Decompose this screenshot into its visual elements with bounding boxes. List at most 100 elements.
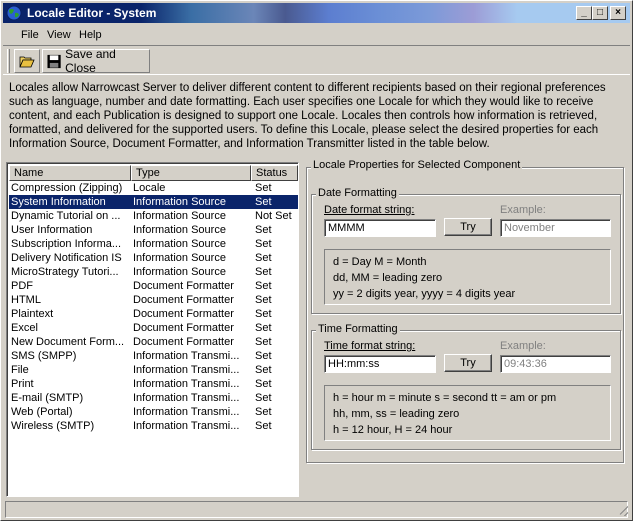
cell-status: Set xyxy=(255,364,272,376)
cell-name: Dynamic Tutorial on ... xyxy=(11,210,121,222)
time-formatting-label: Time Formatting xyxy=(316,323,400,335)
components-table[interactable]: Name Type Status Compression (Zipping) Lo… xyxy=(6,162,299,497)
table-row[interactable]: New Document Form... Document Formatter Se… xyxy=(9,335,298,349)
window-title: Locale Editor - System xyxy=(27,6,157,20)
cell-type: Information Source xyxy=(133,252,226,264)
close-button[interactable]: × xyxy=(610,6,626,20)
table-row[interactable]: Subscription Informa... Information Sourc… xyxy=(9,237,298,251)
table-row[interactable]: E-mail (SMTP) Information Transmi... Set xyxy=(9,391,298,405)
date-format-label: Date format string: xyxy=(324,204,415,216)
cell-status: Set xyxy=(255,308,272,320)
cell-name: Web (Portal) xyxy=(11,406,73,418)
cell-type: Information Transmi... xyxy=(133,420,240,432)
cell-type: Information Source xyxy=(133,196,226,208)
cell-status: Set xyxy=(255,266,272,278)
table-body: Compression (Zipping) Locale Set System Inf… xyxy=(9,181,298,433)
column-header-status[interactable]: Status xyxy=(251,165,298,181)
cell-type: Information Transmi... xyxy=(133,378,240,390)
time-try-button[interactable]: Try xyxy=(444,354,492,372)
cell-name: New Document Form... xyxy=(11,336,125,348)
cell-type: Information Source xyxy=(133,224,226,236)
date-example-field: November xyxy=(500,219,611,237)
date-try-button[interactable]: Try xyxy=(444,218,492,236)
table-row[interactable]: Dynamic Tutorial on ... Information Sourc… xyxy=(9,209,298,223)
cell-name: SMS (SMPP) xyxy=(11,350,77,362)
menu-file[interactable]: File xyxy=(21,29,39,41)
time-help-line-2: hh, mm, ss = leading zero xyxy=(333,408,460,420)
table-row[interactable]: File Information Transmi... Set xyxy=(9,363,298,377)
title-bar[interactable]: Locale Editor - System _ □ × xyxy=(3,3,630,23)
cell-type: Information Transmi... xyxy=(133,364,240,376)
date-example-label: Example: xyxy=(500,204,546,216)
cell-status: Set xyxy=(255,420,272,432)
cell-type: Document Formatter xyxy=(133,308,234,320)
menu-help[interactable]: Help xyxy=(79,29,102,41)
table-row[interactable]: Print Information Transmi... Set xyxy=(9,377,298,391)
table-header: Name Type Status xyxy=(9,165,298,181)
table-row[interactable]: PDF Document Formatter Set xyxy=(9,279,298,293)
open-button[interactable] xyxy=(14,49,40,73)
cell-name: HTML xyxy=(11,294,41,306)
cell-type: Document Formatter xyxy=(133,280,234,292)
date-help-line-1: d = Day M = Month xyxy=(333,256,427,268)
open-folder-icon xyxy=(19,56,35,68)
cell-status: Set xyxy=(255,406,272,418)
table-row[interactable]: Plaintext Document Formatter Set xyxy=(9,307,298,321)
cell-status: Set xyxy=(255,238,272,250)
resize-grip-icon[interactable] xyxy=(615,503,628,516)
cell-status: Set xyxy=(255,378,272,390)
date-format-help: d = Day M = Month dd, MM = leading zero … xyxy=(324,249,611,305)
time-format-help: h = hour m = minute s = second tt = am o… xyxy=(324,385,611,441)
minimize-button[interactable]: _ xyxy=(576,6,592,20)
cell-name: Print xyxy=(11,378,34,390)
cell-type: Information Transmi... xyxy=(133,350,240,362)
table-row[interactable]: Excel Document Formatter Set xyxy=(9,321,298,335)
cell-name: Compression (Zipping) xyxy=(11,182,123,194)
cell-type: Information Transmi... xyxy=(133,406,240,418)
cell-status: Not Set xyxy=(255,210,292,222)
time-help-line-3: h = 12 hour, H = 24 hour xyxy=(333,424,453,436)
maximize-button[interactable]: □ xyxy=(592,6,608,20)
status-panel xyxy=(5,501,628,518)
table-row[interactable]: SMS (SMPP) Information Transmi... Set xyxy=(9,349,298,363)
cell-name: Subscription Informa... xyxy=(11,238,122,250)
cell-name: PDF xyxy=(11,280,33,292)
table-row[interactable]: System Information Information Source Set xyxy=(9,195,298,209)
table-row[interactable]: MicroStrategy Tutori... Information Sourc… xyxy=(9,265,298,279)
save-and-close-label: Save and Close xyxy=(65,47,116,75)
table-row[interactable]: HTML Document Formatter Set xyxy=(9,293,298,307)
status-bar xyxy=(5,501,630,518)
cell-status: Set xyxy=(255,196,272,208)
toolbar-grip[interactable] xyxy=(7,49,10,73)
table-row[interactable]: Web (Portal) Information Transmi... Set xyxy=(9,405,298,419)
cell-status: Set xyxy=(255,336,272,348)
cell-type: Information Transmi... xyxy=(133,392,240,404)
menu-view[interactable]: View xyxy=(47,29,71,41)
column-header-name[interactable]: Name xyxy=(9,165,131,181)
cell-type: Information Source xyxy=(133,210,226,222)
date-format-input[interactable]: MMMM xyxy=(324,219,436,237)
cell-status: Set xyxy=(255,294,272,306)
cell-type: Locale xyxy=(133,182,166,194)
cell-status: Set xyxy=(255,350,272,362)
time-example-label: Example: xyxy=(500,340,546,352)
table-row[interactable]: Delivery Notification IS Information Sour… xyxy=(9,251,298,265)
cell-status: Set xyxy=(255,252,272,264)
toolbar: Save and Close xyxy=(3,45,630,75)
date-formatting-label: Date Formatting xyxy=(316,187,399,199)
column-header-type[interactable]: Type xyxy=(131,165,251,181)
table-row[interactable]: User Information Information Source Set xyxy=(9,223,298,237)
cell-name: System Information xyxy=(11,196,106,208)
time-help-line-1: h = hour m = minute s = second tt = am o… xyxy=(333,392,557,404)
save-and-close-button[interactable]: Save and Close xyxy=(42,47,150,75)
table-row[interactable]: Wireless (SMTP) Information Transmi... Set xyxy=(9,419,298,433)
cell-name: File xyxy=(11,364,29,376)
globe-icon xyxy=(6,5,22,21)
time-format-input[interactable]: HH:mm:ss xyxy=(324,355,436,373)
cell-status: Set xyxy=(255,182,272,194)
table-row[interactable]: Compression (Zipping) Locale Set xyxy=(9,181,298,195)
cell-name: Plaintext xyxy=(11,308,54,320)
cell-type: Document Formatter xyxy=(133,294,234,306)
date-help-line-3: yy = 2 digits year, yyyy = 4 digits year xyxy=(333,288,516,300)
cell-name: MicroStrategy Tutori... xyxy=(11,266,119,278)
